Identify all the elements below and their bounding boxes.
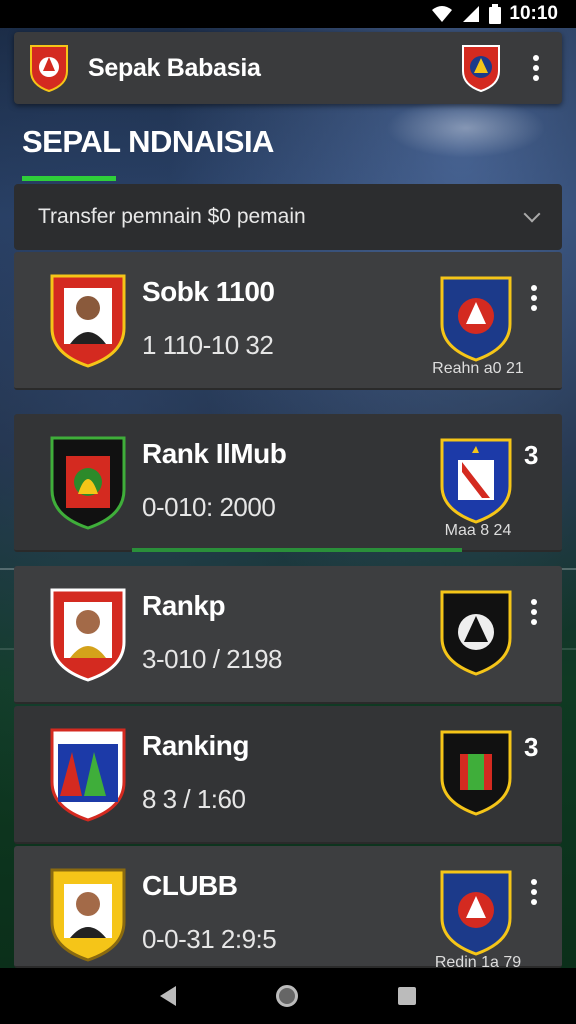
club-crest-icon [50, 436, 126, 530]
club-name: Rankp [142, 590, 226, 621]
club-crest-icon [50, 728, 126, 822]
opponent-crest-icon [440, 870, 512, 956]
rank-number: 3 [524, 732, 539, 762]
more-vert-icon[interactable] [522, 278, 546, 318]
more-vert-icon[interactable] [522, 592, 546, 632]
club-score: 1 110-10 32 [142, 330, 274, 360]
opponent-crest-icon [440, 730, 512, 816]
wifi-icon [432, 6, 453, 22]
signal-icon [463, 6, 480, 22]
opponent-crest-icon [440, 276, 512, 362]
opponent-caption: Maa 8 24 [444, 522, 512, 539]
club-crest-icon[interactable] [28, 43, 70, 93]
player-crest-icon [50, 868, 126, 962]
club-name: CLUBB [142, 870, 238, 901]
progress-bar [132, 548, 462, 552]
player-crest-icon [50, 588, 126, 682]
club-score: 3-010 / 2198 [142, 644, 283, 674]
app-title: Sepak Babasia [88, 53, 261, 82]
list-item[interactable]: Sobk 1100 1 110-10 32 Reahn a0 21 [14, 252, 562, 390]
club-name: Ranking [142, 730, 249, 761]
list-item[interactable]: Ranking 8 3 / 1:60 3 [14, 706, 562, 844]
club-score: 8 3 / 1:60 [142, 784, 246, 814]
section-underline [22, 176, 116, 181]
list-item[interactable]: Rankp 3-010 / 2198 [14, 566, 562, 704]
chevron-down-icon [523, 205, 541, 223]
club-score: 0-010: 2000 [142, 492, 276, 522]
home-icon[interactable] [276, 985, 298, 1007]
recents-icon[interactable] [398, 987, 416, 1005]
club-score: 0-0-31 2:9:5 [142, 924, 277, 954]
rank-number: 3 [524, 440, 539, 470]
transfer-filter-dropdown[interactable]: Transfer pemnain $0 pemain [14, 184, 562, 250]
app-bar: Sepak Babasia [14, 32, 562, 104]
system-nav-bar [0, 968, 576, 1024]
club-name: Rank IlMub [142, 438, 287, 469]
club-crest-icon[interactable] [460, 43, 502, 93]
more-vert-icon[interactable] [522, 872, 546, 912]
section-title: SEPAL NDNAISIA [22, 124, 274, 159]
status-time: 10:10 [509, 3, 558, 24]
list-item[interactable]: Rank IlMub 0-010: 2000 Maa 8 24 3 [14, 414, 562, 552]
player-crest-icon [50, 274, 126, 368]
opponent-caption: Reahn a0 21 [432, 360, 524, 377]
filter-label: Transfer pemnain $0 pemain [38, 205, 306, 228]
opponent-crest-icon [440, 438, 512, 524]
status-bar: 10:10 [0, 0, 576, 28]
opponent-crest-icon [440, 590, 512, 676]
back-icon[interactable] [160, 986, 176, 1006]
list-item[interactable]: CLUBB 0-0-31 2:9:5 Redin 1a 79 [14, 846, 562, 971]
club-name: Sobk 1100 [142, 276, 275, 307]
battery-icon [489, 4, 502, 24]
more-vert-icon[interactable] [524, 48, 548, 88]
